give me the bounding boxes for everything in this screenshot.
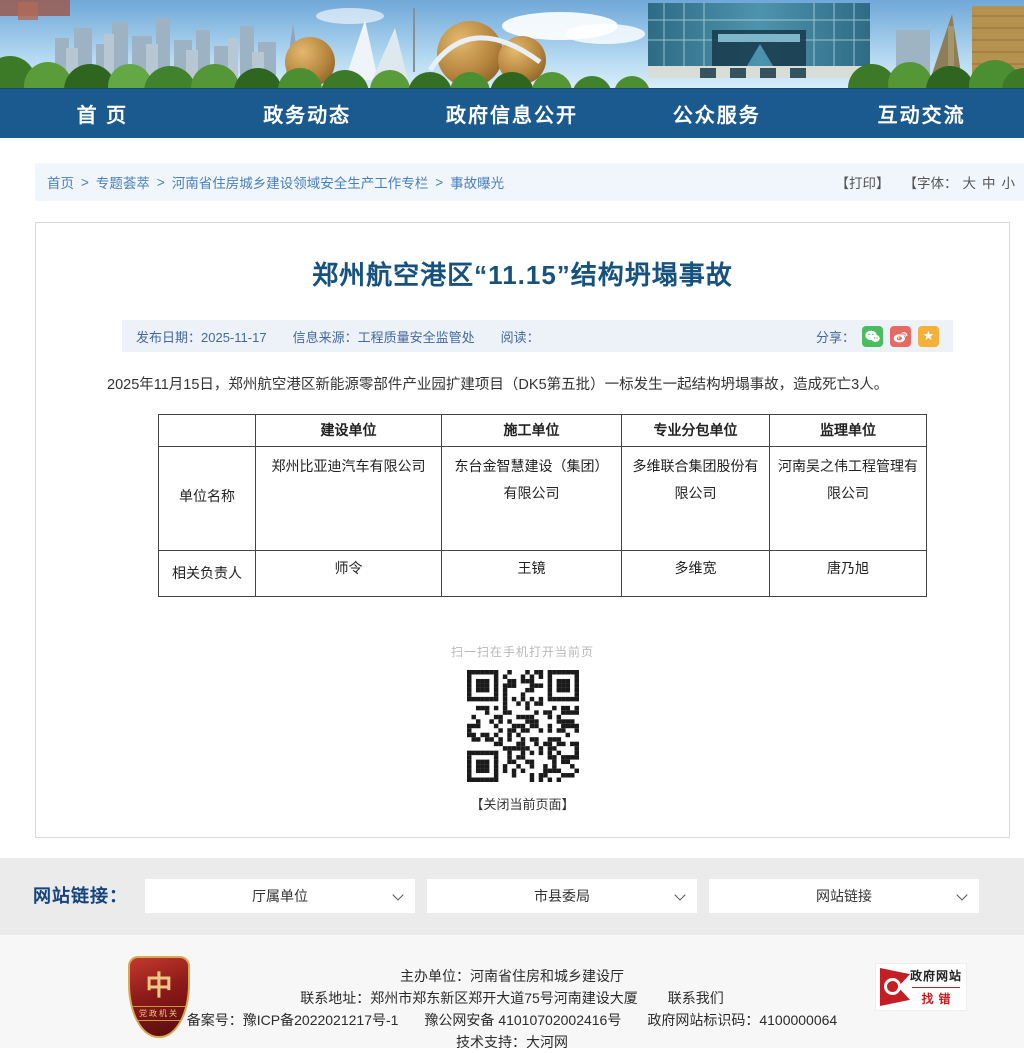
- dropdown-city-county-bureaus[interactable]: 市县委局: [427, 879, 697, 913]
- cell-construction-person: 师令: [256, 550, 442, 596]
- nav-item-public-service[interactable]: 公众服务: [614, 89, 819, 138]
- read-count: 阅读：: [501, 327, 540, 346]
- chevron-down-icon: [392, 889, 403, 900]
- font-size-medium-button[interactable]: 中: [982, 172, 996, 192]
- footer: 中 党政机关 主办单位：河南省住房和城乡建设厅 联系地址：郑州市郑东新区郑开大道…: [0, 935, 1024, 1048]
- cell-subcontract-unit: 多维联合集团股份有限公司: [622, 446, 770, 550]
- badge-label: 党政机关: [130, 1006, 188, 1021]
- main-nav: 首 页 政务动态 政府信息公开 公众服务 互动交流: [0, 88, 1024, 138]
- qr-hint-text: 扫一扫在手机打开当前页: [36, 643, 1009, 660]
- qzone-star-icon[interactable]: ★: [918, 326, 939, 347]
- table-row-responsible-persons: 相关负责人 师令 王镜 多维宽 唐乃旭: [159, 550, 927, 596]
- table-header-supervision-unit: 监理单位: [770, 414, 927, 446]
- website-links-band: 网站链接： 厅属单位 市县委局 网站链接: [0, 858, 1024, 935]
- weibo-icon: [893, 330, 908, 343]
- breadcrumb-home[interactable]: 首页: [47, 172, 74, 192]
- header-banner-image: [0, 0, 1024, 88]
- wechat-icon: [865, 330, 880, 343]
- responsibility-table: 建设单位 施工单位 专业分包单位 监理单位 单位名称 郑州比亚迪汽车有限公司 东…: [158, 414, 927, 597]
- chevron-down-icon: [674, 889, 685, 900]
- banner-skyline-illustration: [0, 0, 1024, 88]
- dropdown-selected-value: 市县委局: [534, 886, 590, 906]
- font-size-small-button[interactable]: 小: [1002, 172, 1016, 192]
- gov-site-id: 政府网站标识码：4100000064: [647, 1012, 837, 1028]
- share-label: 分享：: [816, 327, 855, 346]
- table-header-construction-unit: 建设单位: [256, 414, 442, 446]
- font-size-large-button[interactable]: 大: [963, 172, 977, 192]
- cell-construction-unit: 郑州比亚迪汽车有限公司: [256, 446, 442, 550]
- footer-address-text: 联系地址：郑州市郑东新区郑开大道75号河南建设大厦: [300, 990, 638, 1006]
- wechat-share-icon[interactable]: [862, 326, 883, 347]
- print-button[interactable]: 【打印】: [836, 172, 890, 192]
- cell-contractor-unit: 东台金智慧建设（集团）有限公司: [442, 446, 622, 550]
- error-report-title: 政府网站: [910, 969, 962, 983]
- breadcrumb-separator: >: [81, 175, 89, 190]
- nav-item-info-disclosure[interactable]: 政府信息公开: [410, 89, 615, 138]
- contact-us-link[interactable]: 联系我们: [668, 990, 724, 1006]
- badge-emblem-icon: 中: [130, 964, 188, 1003]
- close-page-button[interactable]: 【关闭当前页面】: [470, 794, 574, 813]
- dropdown-selected-value: 网站链接: [816, 886, 872, 906]
- breadcrumb-separator: >: [435, 175, 443, 190]
- font-size-label: 【字体：: [904, 172, 958, 192]
- cell-supervision-unit: 河南吴之伟工程管理有限公司: [770, 446, 927, 550]
- breadcrumb-separator: >: [157, 175, 165, 190]
- divider: [912, 987, 960, 988]
- article-meta-bar: 发布日期：2025-11-17 信息来源：工程质量安全监管处 阅读： 分享： ★: [122, 320, 953, 352]
- row-label-responsible-person: 相关负责人: [159, 550, 256, 596]
- breadcrumb-special-topics[interactable]: 专题荟萃: [96, 172, 150, 192]
- weibo-share-icon[interactable]: [890, 326, 911, 347]
- table-header-contractor-unit: 施工单位: [442, 414, 622, 446]
- row-label-unit-name: 单位名称: [159, 446, 256, 550]
- nav-item-gov-news[interactable]: 政务动态: [205, 89, 410, 138]
- info-source: 信息来源：工程质量安全监管处: [293, 327, 475, 346]
- website-links-label: 网站链接：: [33, 882, 128, 908]
- breadcrumb: 首页 > 专题荟萃 > 河南省住房城乡建设领域安全生产工作专栏 > 事故曝光 【…: [35, 163, 1024, 201]
- star-glyph: ★: [923, 328, 935, 344]
- table-header-subcontract-unit: 专业分包单位: [622, 414, 770, 446]
- dropdown-department-units[interactable]: 厅属单位: [145, 879, 415, 913]
- qr-code: [467, 670, 579, 782]
- dropdown-selected-value: 厅属单位: [252, 886, 308, 906]
- table-header-row: 建设单位 施工单位 专业分包单位 监理单位: [159, 414, 927, 446]
- error-report-magnifier-icon: [880, 968, 910, 1006]
- icp-number: 备案号：豫ICP备2022021217号-1: [187, 1012, 399, 1028]
- cell-subcontract-person: 多维宽: [622, 550, 770, 596]
- dropdown-website-links[interactable]: 网站链接: [709, 879, 979, 913]
- breadcrumb-safety-column[interactable]: 河南省住房城乡建设领域安全生产工作专栏: [172, 172, 429, 192]
- cell-contractor-person: 王镜: [442, 550, 622, 596]
- error-report-action: 找错: [917, 992, 956, 1006]
- nav-item-interaction[interactable]: 互动交流: [819, 89, 1024, 138]
- article-container: 郑州航空港区“11.15”结构坍塌事故 发布日期：2025-11-17 信息来源…: [35, 222, 1010, 838]
- cell-supervision-person: 唐乃旭: [770, 550, 927, 596]
- table-row-unit-names: 单位名称 郑州比亚迪汽车有限公司 东台金智慧建设（集团）有限公司 多维联合集团股…: [159, 446, 927, 550]
- breadcrumb-accident-exposure[interactable]: 事故曝光: [450, 172, 504, 192]
- page-title: 郑州航空港区“11.15”结构坍塌事故: [36, 255, 1009, 292]
- article-body-text: 2025年11月15日，郑州航空港区新能源零部件产业园扩建项目（DK5第五批）一…: [78, 374, 967, 398]
- table-header-blank: [159, 414, 256, 446]
- publish-date: 发布日期：2025-11-17: [136, 327, 267, 346]
- gov-site-error-report-link[interactable]: 政府网站 找错: [875, 963, 967, 1011]
- nav-item-home[interactable]: 首 页: [0, 89, 205, 138]
- qr-code-image: [467, 670, 579, 782]
- qr-section: 扫一扫在手机打开当前页 【关闭当前页面】: [36, 643, 1009, 814]
- security-record-number: 豫公网安备 41010702002416号: [424, 1012, 621, 1028]
- chevron-down-icon: [956, 889, 967, 900]
